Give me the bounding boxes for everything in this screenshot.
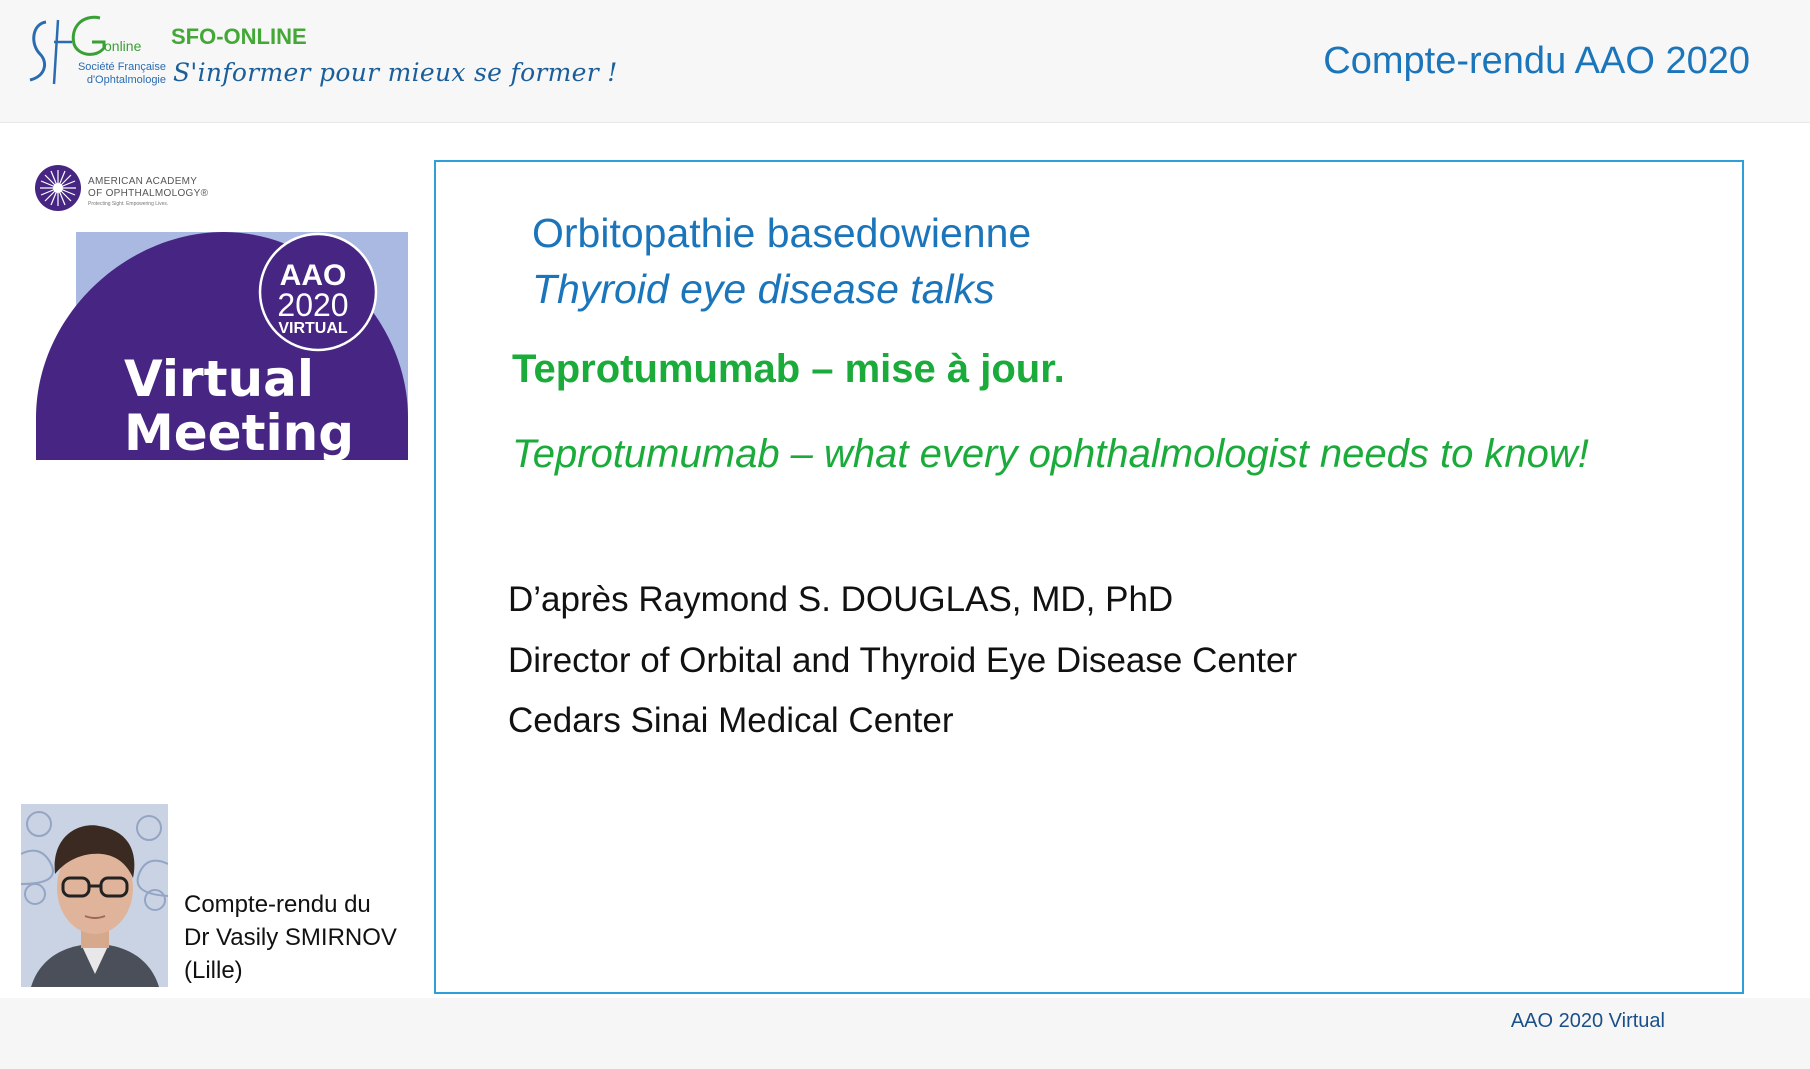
brand-name: SFO-ONLINE <box>171 24 307 49</box>
aao-motto: Protecting Sight. Empowering Lives. <box>88 201 169 207</box>
talk-title-english: Teprotumumab – what every ophthalmologis… <box>512 432 1589 476</box>
sfo-logo-word: online <box>104 38 142 54</box>
sfo-society-line1: Société Française <box>77 61 166 73</box>
tagline: S'informer pour mieux se former ! <box>173 58 618 87</box>
credit-line3: (Lille) <box>184 957 243 984</box>
report-credit: Compte-rendu du Dr Vasily SMIRNOV (Lille… <box>184 888 397 987</box>
topic-french: Orbitopathie basedowienne <box>532 210 1032 256</box>
portrait-image <box>21 804 168 987</box>
vm-badge-virtual: VIRTUAL <box>278 320 348 337</box>
vm-badge-year: 2020 <box>277 287 349 323</box>
aao-starburst-icon <box>35 165 81 211</box>
vm-line-meeting: Meeting <box>124 404 355 462</box>
talk-title-french: Teprotumumab – mise à jour. <box>512 347 1065 391</box>
vm-line-virtual: Virtual <box>124 350 314 408</box>
sfo-society-line2: d'Ophtalmologie <box>86 74 166 86</box>
aao-name: AMERICAN ACADEMY OF OPHTHALMOLOGY® <box>88 176 208 200</box>
credit-line1: Compte-rendu du <box>184 891 371 918</box>
aao-name-line2: OF OPHTHALMOLOGY® <box>88 188 209 199</box>
speaker-institution: Cedars Sinai Medical Center <box>508 701 954 740</box>
virtual-meeting-logo: AAO 2020 VIRTUAL Virtual Meeting <box>36 232 408 462</box>
content-box: Orbitopathie basedowienne Thyroid eye di… <box>434 160 1744 994</box>
footer: AAO 2020 Virtual <box>0 998 1810 1069</box>
speaker-role: Director of Orbital and Thyroid Eye Dise… <box>508 641 1298 680</box>
topic-english: Thyroid eye disease talks <box>532 266 995 312</box>
header: online Société Française d'Ophtalmologie… <box>0 0 1810 123</box>
page-title: Compte-rendu AAO 2020 <box>1323 40 1750 82</box>
aao-logo: AMERICAN ACADEMY OF OPHTHALMOLOGY® Prote… <box>34 164 254 214</box>
speaker-name: D’après Raymond S. DOUGLAS, MD, PhD <box>508 580 1174 619</box>
author-photo <box>21 804 168 987</box>
footer-label: AAO 2020 Virtual <box>1510 1010 1665 1032</box>
credit-line2: Dr Vasily SMIRNOV <box>184 924 397 951</box>
aao-name-line1: AMERICAN ACADEMY <box>88 176 198 187</box>
sfo-logo: online Société Française d'Ophtalmologie <box>24 14 166 94</box>
sfo-logo-society: Société Française d'Ophtalmologie <box>64 61 166 87</box>
vm-badge-aao: AAO <box>279 259 347 292</box>
